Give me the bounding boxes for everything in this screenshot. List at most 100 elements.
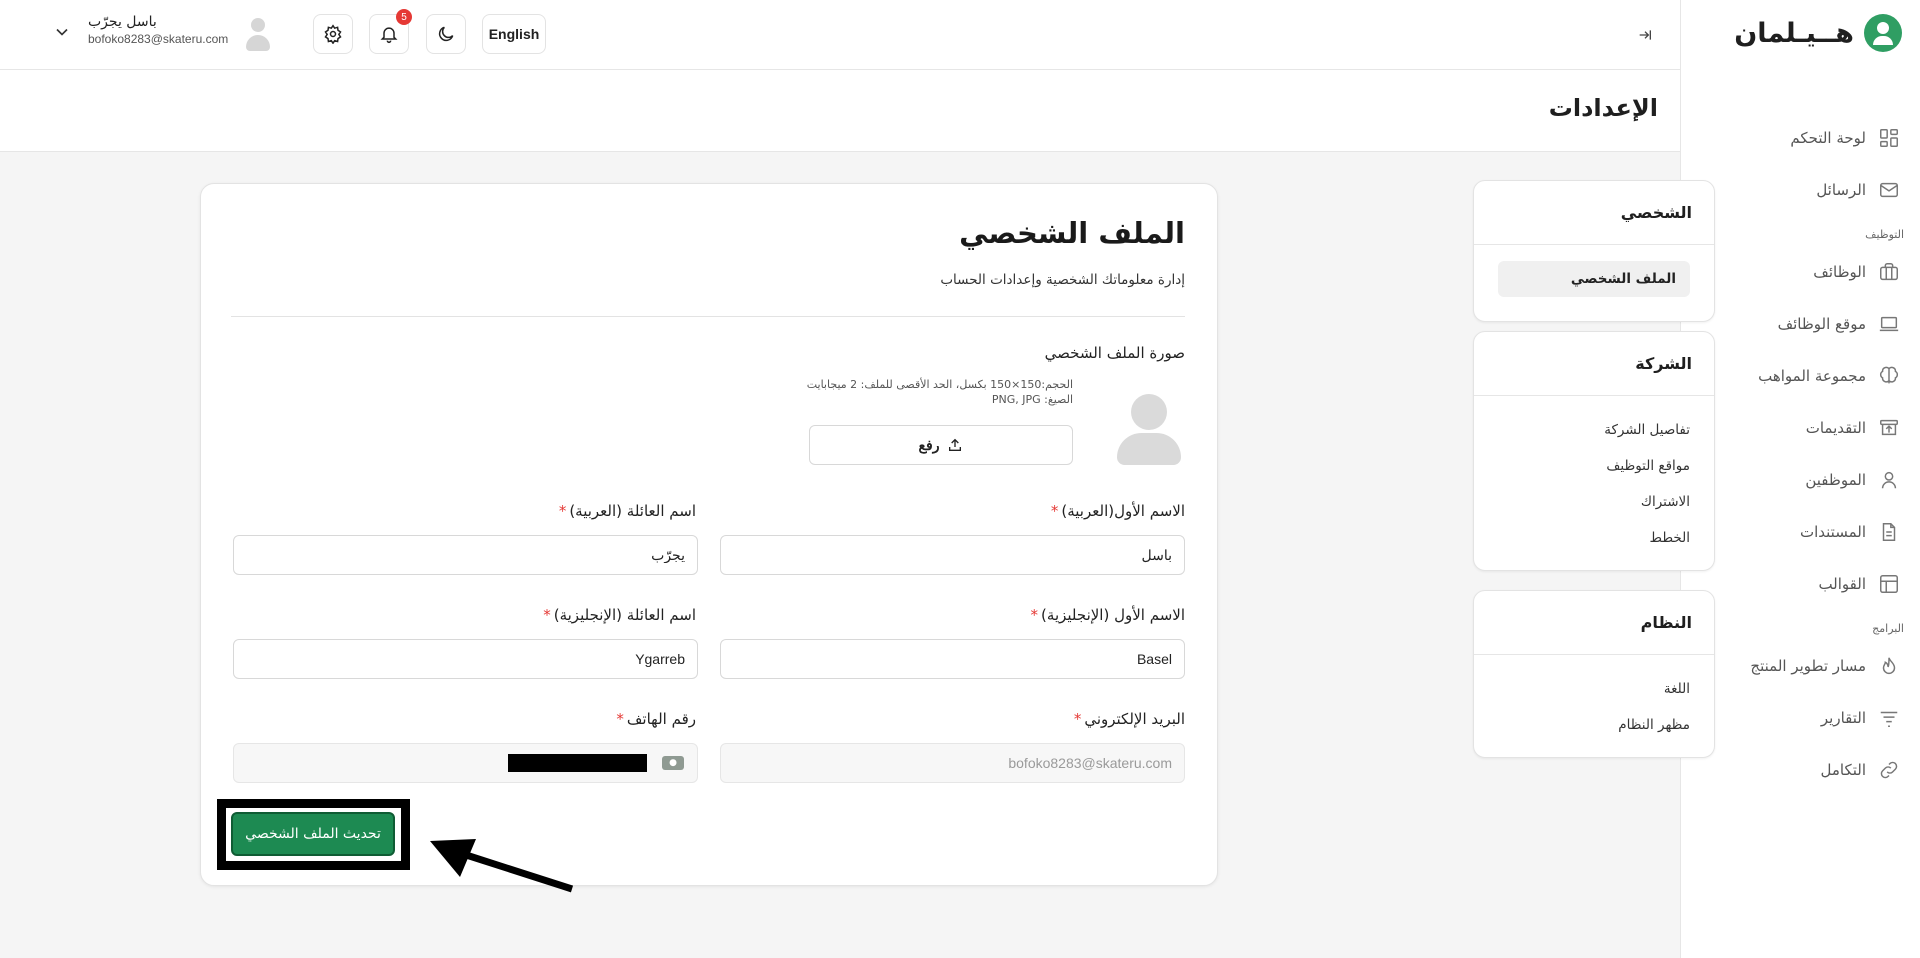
sidebar: هــيـلمان لوحة التحكم الرسائل التوظيف ال… — [1680, 0, 1920, 958]
sidebar-item-label: التقارير — [1820, 709, 1866, 727]
last-name-en-field[interactable] — [233, 639, 698, 679]
sidebar-nav: لوحة التحكم الرسائل التوظيف الوظائف موقع… — [1681, 112, 1920, 796]
sidebar-item-label: موقع الوظائف — [1777, 315, 1866, 333]
collapse-sidebar-button[interactable] — [1632, 22, 1658, 48]
profile-photo-label: صورة الملف الشخصي — [1044, 344, 1185, 362]
collapse-icon — [1639, 30, 1651, 40]
theme-toggle-button[interactable] — [426, 14, 466, 54]
sidebar-item-label: مسار تطوير المنتج — [1750, 657, 1866, 675]
gear-icon — [324, 24, 342, 44]
last-name-en-label: اسم العائلة (الإنجليزية)* — [543, 606, 696, 624]
template-icon — [1880, 575, 1898, 593]
profile-card: الملف الشخصي إدارة معلوماتك الشخصية وإعد… — [200, 183, 1218, 886]
sidebar-item-messages[interactable]: الرسائل — [1681, 164, 1920, 216]
sidebar-item-jobs[interactable]: الوظائف — [1681, 246, 1920, 298]
phone-redacted — [508, 754, 647, 772]
last-name-ar-field[interactable] — [233, 535, 698, 575]
email-label: البريد الإلكتروني* — [1073, 710, 1185, 728]
annotation-arrow-icon — [430, 839, 574, 893]
divider — [231, 316, 1185, 317]
dashboard-icon — [1880, 129, 1898, 147]
sidebar-item-label: مجموعة المواهب — [1758, 367, 1866, 385]
sidebar-item-label: لوحة التحكم — [1790, 129, 1866, 147]
briefcase-icon — [1880, 263, 1898, 281]
last-name-ar-label: اسم العائلة (العربية)* — [558, 502, 696, 520]
mail-icon — [1880, 182, 1898, 198]
sidebar-item-label: الرسائل — [1816, 181, 1866, 199]
last-name-en-input[interactable] — [246, 651, 685, 667]
country-flag-icon[interactable]: ● — [662, 756, 684, 770]
settings-menu-system: النظام اللغة مظهر النظام — [1473, 590, 1715, 758]
user-menu-toggle[interactable] — [48, 22, 72, 46]
first-name-ar-field[interactable] — [720, 535, 1185, 575]
settings-menu-item-subscription[interactable]: الاشتراك — [1498, 484, 1690, 520]
sidebar-item-employees[interactable]: الموظفين — [1681, 454, 1920, 506]
settings-button[interactable] — [313, 14, 353, 54]
first-name-ar-input[interactable] — [733, 547, 1172, 563]
user-icon — [1881, 471, 1897, 489]
sidebar-item-jobs-site[interactable]: موقع الوظائف — [1681, 298, 1920, 350]
laptop-icon — [1879, 316, 1899, 332]
sidebar-item-label: الوظائف — [1813, 263, 1866, 281]
first-name-en-field[interactable] — [720, 639, 1185, 679]
notification-badge: 5 — [396, 9, 412, 25]
first-name-ar-label: الاسم الأول(العربية)* — [1050, 502, 1185, 520]
sidebar-section-hiring: التوظيف — [1865, 227, 1904, 241]
phone-field[interactable]: ● — [233, 743, 698, 783]
settings-menu-item-company-details[interactable]: تفاصيل الشركة — [1498, 412, 1690, 448]
save-button-highlight: تحديث الملف الشخصي — [217, 799, 410, 870]
bell-icon — [380, 27, 398, 44]
settings-menu-item-appearance[interactable]: مظهر النظام — [1498, 707, 1690, 743]
phone-label: رقم الهاتف* — [616, 710, 696, 728]
sidebar-item-dashboard[interactable]: لوحة التحكم — [1681, 112, 1920, 164]
settings-menu-personal-title: الشخصي — [1474, 181, 1714, 245]
sidebar-item-reports[interactable]: التقارير — [1681, 692, 1920, 744]
email-input — [733, 755, 1172, 771]
sidebar-item-integration[interactable]: التكامل — [1681, 744, 1920, 796]
sidebar-item-templates[interactable]: القوالب — [1681, 558, 1920, 610]
logo-text: هــيـلمان — [1734, 17, 1854, 49]
settings-menu-item-plans[interactable]: الخطط — [1498, 520, 1690, 556]
topbar: English 5 باسل يجرّب bofoko8283@skateru.… — [0, 0, 1680, 70]
sidebar-item-label: القوالب — [1818, 575, 1866, 593]
email-field — [720, 743, 1185, 783]
user-email: bofoko8283@skateru.com — [88, 32, 229, 46]
logo-icon — [1864, 14, 1902, 52]
user-info[interactable]: باسل يجرّب bofoko8283@skateru.com — [88, 14, 233, 46]
sidebar-section-programs: البرامج — [1872, 621, 1904, 635]
page-title: الإعدادات — [1548, 94, 1658, 122]
inbox-icon — [1880, 419, 1898, 436]
settings-menu-item-job-sites[interactable]: مواقع التوظيف — [1498, 448, 1690, 484]
sidebar-item-label: التكامل — [1820, 761, 1866, 779]
brain-icon — [1880, 366, 1898, 384]
logo[interactable]: هــيـلمان — [1734, 14, 1902, 52]
sidebar-item-product-roadmap[interactable]: مسار تطوير المنتج — [1681, 640, 1920, 692]
page-header: الإعدادات — [0, 70, 1680, 152]
filter-icon — [1880, 711, 1898, 727]
document-icon — [1882, 523, 1896, 541]
sidebar-item-applications[interactable]: التقديمات — [1681, 402, 1920, 454]
profile-subheading: إدارة معلوماتك الشخصية وإعدادات الحساب — [940, 272, 1185, 288]
settings-menu-system-title: النظام — [1474, 591, 1714, 655]
upload-icon — [949, 438, 962, 451]
language-toggle-button[interactable]: English — [482, 14, 546, 54]
settings-menu-item-profile[interactable]: الملف الشخصي — [1498, 261, 1690, 297]
sidebar-item-talent-pool[interactable]: مجموعة المواهب — [1681, 350, 1920, 402]
first-name-en-label: الاسم الأول (الإنجليزية)* — [1030, 606, 1185, 624]
chevron-down-icon — [56, 28, 68, 36]
sidebar-item-documents[interactable]: المستندات — [1681, 506, 1920, 558]
settings-menu-company-title: الشركة — [1474, 332, 1714, 396]
settings-menu-item-language[interactable]: اللغة — [1498, 671, 1690, 707]
photo-format-hint: الصيغ: PNG, JPG — [991, 393, 1073, 406]
profile-heading: الملف الشخصي — [959, 216, 1185, 250]
notifications-button[interactable]: 5 — [369, 9, 412, 54]
settings-menu-personal: الشخصي الملف الشخصي — [1473, 180, 1715, 322]
profile-photo-placeholder — [1113, 389, 1185, 469]
update-profile-button[interactable]: تحديث الملف الشخصي — [231, 812, 395, 856]
last-name-ar-input[interactable] — [246, 547, 685, 563]
upload-photo-button[interactable]: رفع — [809, 425, 1073, 465]
photo-size-hint: الحجم:150×150 بكسل، الحد الأقصى للملف: 2… — [806, 378, 1073, 391]
avatar[interactable] — [244, 18, 272, 54]
first-name-en-input[interactable] — [733, 651, 1172, 667]
link-icon — [1880, 761, 1898, 779]
